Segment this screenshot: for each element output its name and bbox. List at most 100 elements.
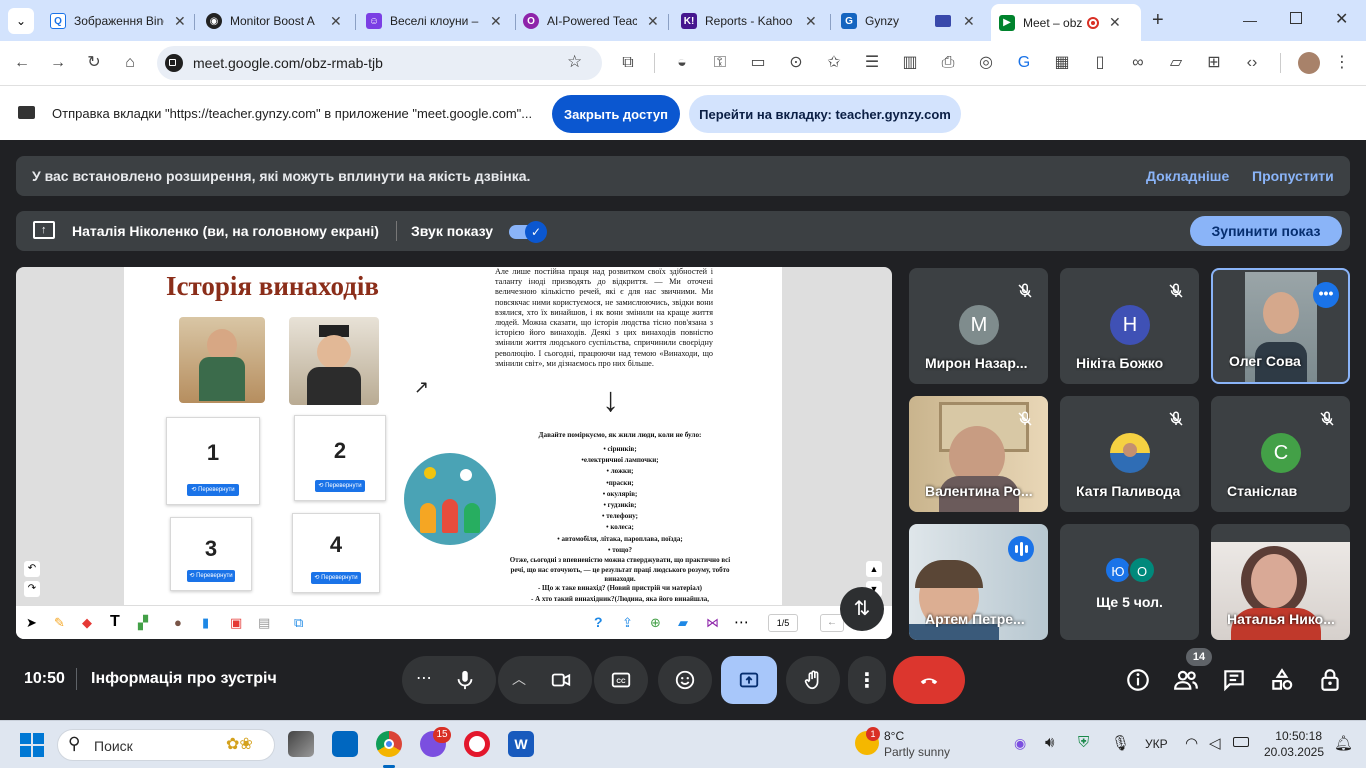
mic-icon[interactable] <box>454 669 476 691</box>
chat-icon[interactable] <box>1221 667 1247 693</box>
close-icon[interactable]: ✕ <box>490 13 502 30</box>
viber-tray-icon[interactable]: ◉ <box>1014 735 1026 752</box>
flip-card-3[interactable]: 3 ⟲ Перевернути <box>170 517 252 591</box>
activities-icon[interactable] <box>1269 667 1295 693</box>
table-icon[interactable]: ⊞ <box>1204 53 1224 73</box>
taskbar-date[interactable]: 20.03.2025 <box>1262 745 1324 759</box>
qr-code-icon[interactable]: ▦ <box>1052 53 1072 73</box>
close-icon[interactable]: ✕ <box>647 13 659 30</box>
tab-ai-teacher[interactable]: O AI-Powered Teac ✕ <box>515 6 665 36</box>
tab-screen-share[interactable]: ✕ <box>927 6 987 36</box>
taskbar-clock[interactable]: 10:50:18 <box>1270 729 1322 743</box>
text-tool-icon[interactable]: T <box>110 613 120 631</box>
extensions-icon[interactable]: ⧉ <box>618 53 638 73</box>
windows-start-icon[interactable] <box>20 733 44 757</box>
participant-tile-9[interactable]: Наталья Нико... <box>1211 524 1350 640</box>
print-icon[interactable]: ⎙ <box>938 53 958 73</box>
tab-bing[interactable]: Q Зображення Bing ✕ <box>42 6 192 36</box>
folder-icon[interactable]: ▰ <box>678 615 688 631</box>
close-icon[interactable]: ✕ <box>805 13 817 30</box>
reload-button[interactable]: ↻ <box>84 53 104 73</box>
chrome-icon[interactable] <box>376 731 402 757</box>
tab-monitor-boost[interactable]: ◉ Monitor Boost A ✕ <box>198 6 353 36</box>
reading-mode-icon[interactable]: ▯ <box>1090 53 1110 73</box>
participant-tile-6[interactable]: С Станіслав <box>1211 396 1350 512</box>
swap-layout-button[interactable]: ⇅ <box>840 587 884 631</box>
incognito-icon[interactable]: ◒ <box>672 53 692 73</box>
participant-tile-7[interactable]: Артем Петре... <box>909 524 1048 640</box>
camera-icon[interactable] <box>550 669 572 691</box>
dismiss-link[interactable]: Пропустити <box>1252 168 1334 184</box>
flip-button[interactable]: ⟲ Перевернути <box>187 484 239 496</box>
word-icon[interactable]: W <box>508 731 534 757</box>
network-icon[interactable]: ⋈ <box>706 615 719 631</box>
flip-button[interactable]: ⟲ Перевернути <box>315 480 365 492</box>
chart-tool-icon[interactable]: ▮ <box>202 615 209 631</box>
more-options-button[interactable]: ⋮ <box>848 656 886 704</box>
location-icon[interactable]: ⊙ <box>786 53 806 73</box>
scroll-up-icon[interactable]: ▲ <box>866 561 882 577</box>
mic-options-icon[interactable]: ⋯ <box>416 668 432 688</box>
add-page-icon[interactable]: ⊕ <box>650 615 661 631</box>
opera-icon[interactable] <box>464 731 490 757</box>
screenshot-icon[interactable]: ◎ <box>976 53 996 73</box>
keyboard-language[interactable]: УКР <box>1145 737 1168 751</box>
taskbar-search[interactable]: ⚲ Поиск ✿❀ <box>57 729 275 761</box>
bookmark-star-icon[interactable]: ☆ <box>567 52 582 72</box>
layers-tool-icon[interactable]: ⧉ <box>294 615 303 631</box>
forward-button[interactable]: → <box>48 53 68 73</box>
notifications-bell-icon[interactable]: 🔔︎ <box>1334 734 1353 752</box>
home-button[interactable]: ⌂ <box>120 53 140 73</box>
dice-tool-icon[interactable]: ▣ <box>230 615 242 631</box>
present-sound-toggle[interactable]: ✓ <box>509 221 547 243</box>
tab-kahoot[interactable]: K! Reports - Kahoo ✕ <box>673 6 828 36</box>
minimize-button[interactable]: — <box>1243 12 1257 28</box>
trash-icon[interactable]: ▥ <box>900 53 920 73</box>
tab-gynzy[interactable]: G Gynzy <box>833 6 923 36</box>
learn-more-link[interactable]: Докладніше <box>1146 168 1229 184</box>
undo-icon[interactable]: ↶ <box>24 561 40 577</box>
cast-icon[interactable]: ▱ <box>1166 53 1186 73</box>
stop-sharing-button[interactable]: Закрыть доступ <box>552 95 680 133</box>
profile-avatar[interactable] <box>1298 52 1320 74</box>
flip-card-1[interactable]: 1 ⟲ Перевернути <box>166 417 260 505</box>
participant-tile-5[interactable]: Катя Паливода <box>1060 396 1199 512</box>
switch-tab-button[interactable]: Перейти на вкладку: teacher.gynzy.com <box>689 95 961 133</box>
star-plus-icon[interactable]: ✩ <box>824 53 844 73</box>
site-camera-icon[interactable] <box>165 54 183 72</box>
mic-tray-icon[interactable]: 🎙︎ <box>1111 734 1130 752</box>
close-icon[interactable]: ✕ <box>330 13 342 30</box>
close-icon[interactable]: ✕ <box>174 13 186 30</box>
meeting-details-link[interactable]: Інформація про зустріч <box>91 670 277 688</box>
captions-button[interactable]: CC <box>594 656 648 704</box>
more-options-icon[interactable]: ••• <box>1313 282 1339 308</box>
pen-tool-icon[interactable]: ✎ <box>54 615 65 631</box>
flip-button[interactable]: ⟲ Перевернути <box>311 572 361 584</box>
translate-icon[interactable]: G <box>1014 53 1034 73</box>
stamp-tool-icon[interactable]: ● <box>174 615 182 630</box>
store-icon[interactable] <box>332 731 358 757</box>
tab-meet[interactable]: ▶ Meet – obz-rmab-tjb ✕ <box>991 4 1141 41</box>
participant-tile-2[interactable]: Н Нікіта Божко <box>1060 268 1199 384</box>
flip-card-4[interactable]: 4 ⟲ Перевернути <box>292 513 380 593</box>
tab-clowns[interactable]: ☺ Веселі клоуни – ✕ <box>358 6 513 36</box>
leave-call-button[interactable] <box>893 656 965 704</box>
security-tray-icon[interactable]: ⛨ <box>1078 734 1089 751</box>
maximize-button[interactable] <box>1290 12 1302 24</box>
close-icon[interactable]: ✕ <box>1109 14 1121 31</box>
redo-icon[interactable]: ↷ <box>24 581 40 597</box>
camera-options-icon[interactable]: ︿ <box>512 669 526 689</box>
help-icon[interactable]: ? <box>594 614 603 630</box>
back-button[interactable]: ← <box>12 53 32 73</box>
code-icon[interactable]: ‹› <box>1242 53 1262 73</box>
wifi-icon[interactable]: ◠ <box>1185 734 1198 752</box>
host-controls-icon[interactable] <box>1317 667 1343 693</box>
eraser-tool-icon[interactable]: ◆ <box>82 615 92 631</box>
present-button[interactable] <box>721 656 777 704</box>
flip-card-2[interactable]: 2 ⟲ Перевернути <box>294 415 386 501</box>
new-tab-button[interactable]: + <box>1152 9 1164 32</box>
tab-search-button[interactable]: ⌄ <box>8 8 34 34</box>
participant-tile-3[interactable]: ••• Олег Сова <box>1211 268 1350 384</box>
raise-hand-button[interactable] <box>786 656 840 704</box>
menu-kebab-icon[interactable]: ⋮ <box>1332 53 1352 73</box>
